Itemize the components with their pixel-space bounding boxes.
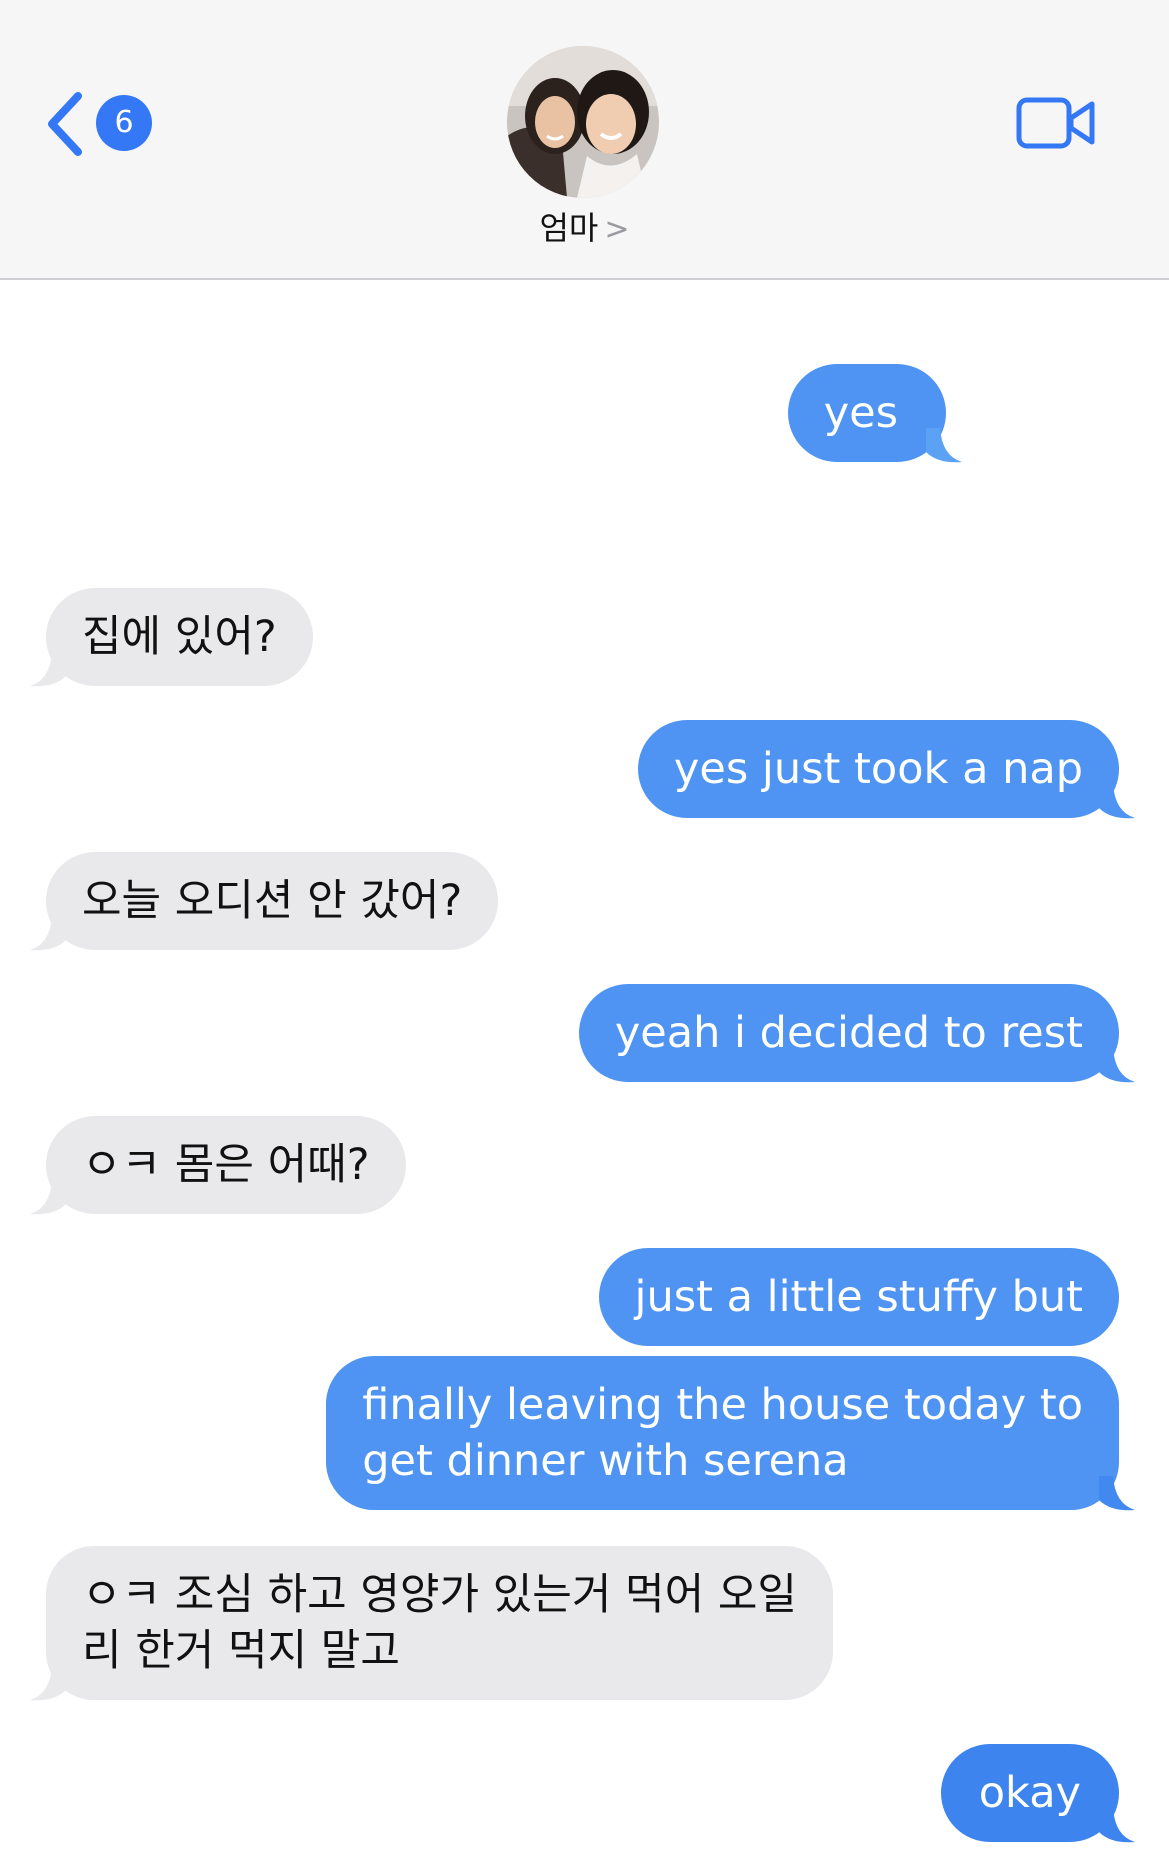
incoming-message-bubble[interactable]: 오늘 오디션 안 갔어? <box>30 852 499 951</box>
outgoing-message-bubble[interactable]: yes just took a nap <box>637 720 1135 819</box>
chevron-left-icon <box>48 92 82 156</box>
message-text-line: 리 한거 먹지 말고 <box>82 1626 400 1676</box>
incoming-message-bubble[interactable]: ㅇㅋ 몸은 어때? <box>30 1116 406 1215</box>
message-text: 집에 있어? <box>82 612 277 662</box>
incoming-message-bubble[interactable]: ㅇㅋ 조심 하고 영양가 있는거 먹어 오일 리 한거 먹지 말고 <box>30 1546 833 1701</box>
message-text: ㅇㅋ 몸은 어때? <box>82 1140 370 1190</box>
message-text: just a little stuffy but <box>634 1272 1084 1322</box>
message-text: okay <box>978 1768 1081 1818</box>
chevron-right-icon: > <box>604 212 630 247</box>
outgoing-message-bubble[interactable]: just a little stuffy but <box>598 1248 1119 1346</box>
video-camera-icon[interactable] <box>1016 96 1096 150</box>
unread-count-badge: 6 <box>96 95 152 151</box>
message-text: yes just took a nap <box>673 744 1083 794</box>
avatar[interactable] <box>507 46 659 198</box>
conversation-header: 6 엄마 > <box>0 0 1169 280</box>
contact-name: 엄마 <box>539 209 599 247</box>
message-text-line: ㅇㅋ 조심 하고 영양가 있는거 먹어 오일 <box>82 1570 797 1620</box>
message-text: 오늘 오디션 안 갔어? <box>82 876 463 926</box>
outgoing-message-bubble[interactable]: okay <box>940 1744 1135 1843</box>
message-text-line: finally leaving the house today to <box>362 1380 1083 1430</box>
outgoing-message-bubble[interactable]: yes <box>787 364 962 463</box>
incoming-message-bubble[interactable]: 집에 있어? <box>30 588 313 687</box>
outgoing-message-bubble[interactable]: yeah i decided to rest <box>578 984 1135 1083</box>
message-text: yes <box>823 388 898 438</box>
outgoing-message-bubble[interactable]: finally leaving the house today to get d… <box>326 1356 1135 1511</box>
contact-name-button[interactable]: 엄마 > <box>0 208 1169 250</box>
message-text: yeah i decided to rest <box>614 1008 1083 1058</box>
back-button[interactable]: 6 <box>44 88 154 160</box>
message-text-line: get dinner with serena <box>362 1436 849 1486</box>
